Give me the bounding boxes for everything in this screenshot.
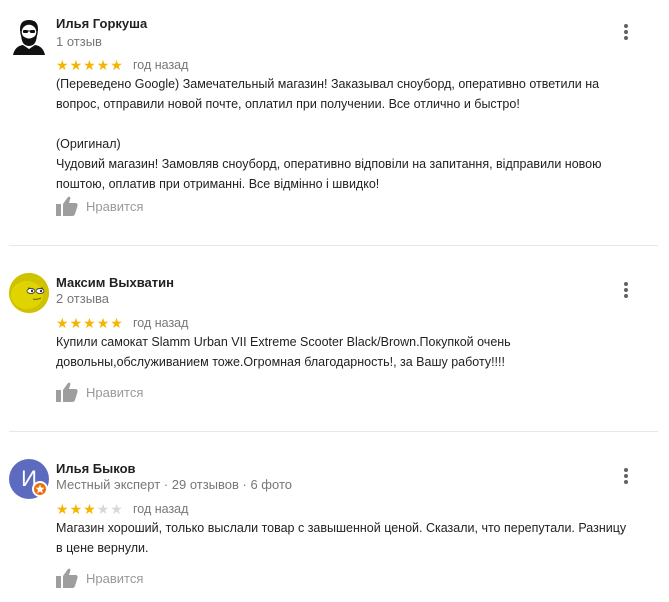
dot-icon	[624, 30, 628, 34]
star-icon: ★	[83, 57, 96, 73]
star-icon: ★	[56, 57, 69, 73]
thumbs-up-icon	[56, 382, 78, 402]
local-guide-badge	[32, 481, 48, 497]
dot-icon	[624, 282, 628, 286]
dot-icon	[624, 36, 628, 40]
star-empty-icon: ★	[96, 501, 110, 517]
review-text-line: Магазин хороший, только выслали товар с …	[56, 521, 627, 535]
review-text-line: (Оригинал)	[56, 137, 121, 151]
reviewer-name[interactable]: Илья Горкуша	[56, 16, 147, 31]
star-icon: ★	[69, 315, 83, 331]
review-text-line: Чудовий магазин! Замовляв сноуборд, опер…	[56, 157, 602, 171]
more-options-button[interactable]	[616, 466, 636, 486]
yellow-character-avatar-icon	[9, 273, 49, 313]
dot-icon	[624, 288, 628, 292]
dot-icon	[624, 468, 628, 472]
reviewer-meta[interactable]: Местный эксперт · 29 отзывов · 6 фото	[56, 477, 292, 492]
star-rating: ★ ★ ★ ★ ★	[56, 58, 123, 72]
star-icon: ★	[96, 315, 110, 331]
like-button[interactable]: Нравится	[56, 382, 143, 402]
reviewer-name[interactable]: Максим Выхватин	[56, 275, 174, 290]
dot-icon	[624, 24, 628, 28]
review-text-line: в цене вернули.	[56, 541, 149, 555]
reviewer-avatar[interactable]	[9, 15, 49, 55]
review-text-line	[56, 114, 656, 134]
star-icon: ★	[110, 315, 123, 331]
star-icon: ★	[56, 501, 69, 517]
star-empty-icon: ★	[110, 501, 123, 517]
review-time: год назад	[133, 316, 189, 330]
dot-icon	[624, 474, 628, 478]
review-text: Купили самокат Slamm Urban VII Extreme S…	[56, 332, 656, 372]
reviewer-name[interactable]: Илья Быков	[56, 461, 136, 476]
bearded-man-avatar-icon	[13, 20, 45, 55]
reviewer-meta[interactable]: 1 отзыв	[56, 34, 102, 49]
star-badge-icon	[35, 484, 45, 494]
like-button[interactable]: Нравится	[56, 196, 143, 216]
like-label: Нравится	[86, 198, 144, 214]
star-icon: ★	[110, 57, 123, 73]
review-text-line: (Переведено Google) Замечательный магази…	[56, 77, 600, 91]
more-options-button[interactable]	[616, 22, 636, 42]
review-text: (Переведено Google) Замечательный магази…	[56, 74, 656, 194]
review-time: год назад	[133, 58, 189, 72]
review-time: год назад	[133, 502, 189, 516]
star-icon: ★	[69, 501, 83, 517]
thumbs-up-icon	[56, 568, 78, 588]
star-icon: ★	[83, 315, 96, 331]
like-label: Нравится	[86, 384, 144, 400]
reviewer-avatar[interactable]	[9, 273, 49, 313]
dot-icon	[624, 480, 628, 484]
reviewer-avatar[interactable]: И	[9, 459, 49, 499]
review-text-line: вопрос, отправили новой почте, оплатил п…	[56, 97, 520, 111]
review-text-line: Купили самокат Slamm Urban VII Extreme S…	[56, 335, 511, 349]
more-options-button[interactable]	[616, 280, 636, 300]
review-text-line: довольны,обслуживанием тоже.Огромная бла…	[56, 355, 505, 369]
like-button[interactable]: Нравится	[56, 568, 143, 588]
review-text-line: поштою, оплатив при отриманні. Все відмі…	[56, 177, 380, 191]
like-label: Нравится	[86, 570, 144, 586]
dot-icon	[624, 294, 628, 298]
thumbs-up-icon	[56, 196, 78, 216]
star-icon: ★	[69, 57, 83, 73]
review-text: Магазин хороший, только выслали товар с …	[56, 518, 656, 558]
star-icon: ★	[96, 57, 110, 73]
star-rating: ★ ★ ★ ★ ★	[56, 502, 123, 516]
reviewer-meta[interactable]: 2 отзыва	[56, 291, 109, 306]
star-icon: ★	[83, 501, 96, 517]
star-rating: ★ ★ ★ ★ ★	[56, 316, 123, 330]
star-icon: ★	[56, 315, 69, 331]
